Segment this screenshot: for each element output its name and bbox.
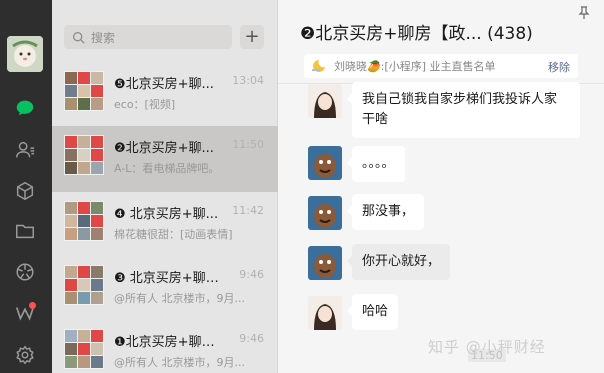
- search-icon: [73, 31, 85, 44]
- conversation-preview: @所有人 北京楼市，9月...: [114, 292, 245, 305]
- avatar[interactable]: [308, 296, 342, 330]
- conversation-list: 搜索 + ❺北京买房+聊... 13:04 eco：[视频] ❷北京买房+聊..…: [52, 0, 278, 373]
- search-input[interactable]: 搜索: [64, 25, 232, 49]
- message-bubble[interactable]: 哈哈: [346, 294, 399, 330]
- conversation-title: ❺北京买房+聊...: [114, 77, 214, 92]
- message-text: 哈哈: [362, 304, 389, 319]
- list-item[interactable]: ❷北京买房+聊... 11:50 A-L：看电梯品牌吧。: [52, 126, 278, 192]
- message-text: 我自己锁我自家步梯们我投诉人家: [362, 92, 558, 107]
- message-text: 你开心就好，: [362, 254, 441, 269]
- navigation-rail: [0, 0, 52, 373]
- search-placeholder: 搜索: [91, 30, 116, 45]
- moments-icon[interactable]: [12, 259, 38, 285]
- avatar[interactable]: [308, 246, 342, 280]
- avatar[interactable]: [308, 146, 342, 180]
- chat-title: ❷北京买房+聊房【政... (438): [300, 24, 533, 44]
- contacts-icon[interactable]: [12, 137, 38, 163]
- settings-icon[interactable]: [12, 342, 38, 368]
- group-avatar: [64, 135, 104, 175]
- conversation-time: 11:42: [232, 204, 264, 217]
- pin-icon[interactable]: [578, 6, 590, 20]
- conversation-title: ❸ 北京买房+聊房...: [114, 271, 226, 286]
- avatar[interactable]: [7, 36, 43, 72]
- list-item[interactable]: ❺北京买房+聊... 13:04 eco：[视频]: [52, 62, 278, 128]
- message-bubble[interactable]: 你开心就好，: [346, 244, 451, 280]
- list-item[interactable]: ❹ 北京买房+聊... 11:42 棉花糖很甜：[动画表情]: [52, 192, 278, 258]
- conversation-preview: A-L：看电梯品牌吧。: [114, 162, 220, 175]
- conversation-time: 11:50: [232, 138, 264, 151]
- remove-pinned-button[interactable]: 移除: [548, 59, 570, 75]
- chat-panel: ❷北京买房+聊房【政... (438) 刘晓晓🥭:[小程序] 业主直售名单 移除…: [278, 0, 604, 373]
- message-bubble[interactable]: 我自己锁我自家步梯们我投诉人家 干啥: [347, 82, 580, 138]
- message-timestamp: 11:50: [468, 349, 506, 362]
- conversation-time: 13:04: [232, 74, 264, 87]
- group-avatar: [64, 329, 104, 369]
- message-bubble[interactable]: 那没事，: [346, 194, 425, 230]
- avatar[interactable]: [308, 84, 342, 118]
- group-avatar: [64, 201, 104, 241]
- message-text: 干啥: [362, 112, 389, 127]
- conversation-title: ❷北京买房+聊...: [114, 141, 214, 156]
- message-text: 。。。。: [362, 156, 395, 171]
- conversation-preview: @所有人 北京楼市，9月...: [114, 356, 245, 369]
- add-button[interactable]: +: [240, 25, 264, 49]
- group-avatar: [64, 71, 104, 111]
- conversation-title: ❶北京买房+聊房...: [114, 335, 226, 350]
- folder-icon[interactable]: [12, 218, 38, 244]
- moon-icon: [312, 60, 325, 72]
- message-text: 那没事，: [362, 204, 415, 219]
- conversation-preview: 棉花糖很甜：[动画表情]: [114, 228, 233, 241]
- conversation-preview: eco：[视频]: [114, 98, 176, 111]
- chat-icon[interactable]: [12, 95, 38, 121]
- pinned-message[interactable]: 刘晓晓🥭:[小程序] 业主直售名单 移除: [304, 54, 578, 78]
- list-item[interactable]: ❶北京买房+聊房... 9:46 @所有人 北京楼市，9月...: [52, 320, 278, 373]
- conversation-time: 9:46: [239, 268, 264, 281]
- box-icon[interactable]: [12, 178, 38, 204]
- conversation-time: 9:46: [239, 332, 264, 345]
- list-item[interactable]: ❸ 北京买房+聊房... 9:46 @所有人 北京楼市，9月...: [52, 256, 278, 322]
- notification-dot: [29, 302, 36, 309]
- channels-icon[interactable]: [12, 300, 38, 326]
- conversation-title: ❹ 北京买房+聊...: [114, 207, 219, 222]
- group-avatar: [64, 265, 104, 305]
- avatar[interactable]: [308, 196, 342, 230]
- message-bubble[interactable]: 。。。。: [347, 146, 405, 182]
- pinned-text: 刘晓晓🥭:[小程序] 业主直售名单: [334, 60, 496, 73]
